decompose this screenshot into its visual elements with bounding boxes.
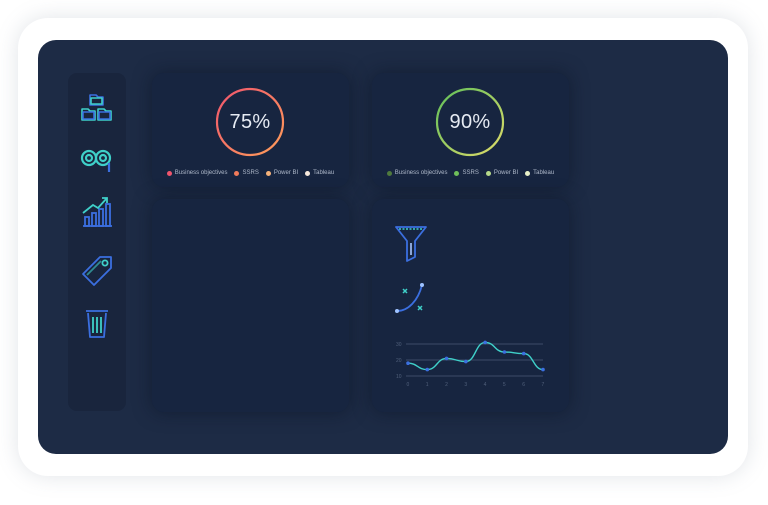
progress-card-2: 90% Business objectives SSRS Power BI Table… xyxy=(372,73,569,187)
legend: Business objectives SSRS Power BI Tableau xyxy=(152,170,349,176)
x-tick-label: 2 xyxy=(445,382,448,388)
data-point xyxy=(406,361,410,365)
progress-ring: 75% xyxy=(214,86,286,158)
legend-label: Power BI xyxy=(493,170,519,176)
analytics-card: 10 20 30 0 1 2 3 4 5 6 7 xyxy=(372,199,569,412)
legend-dot xyxy=(525,170,531,176)
y-tick-label: 20 xyxy=(396,358,402,364)
legend-dot xyxy=(265,170,271,176)
x-tick-label: 7 xyxy=(542,382,545,388)
price-tag-icon[interactable] xyxy=(79,253,115,289)
line-chart: 10 20 30 0 1 2 3 4 5 6 7 xyxy=(396,340,545,388)
y-tick-label: 10 xyxy=(396,374,402,380)
legend-dot xyxy=(454,170,460,176)
x-tick-label: 3 xyxy=(464,382,467,388)
trash-bin-icon[interactable] xyxy=(79,305,115,341)
legend: Business objectives SSRS Power BI Tableau xyxy=(372,170,569,176)
legend-item: Power BI xyxy=(265,170,299,176)
x-tick-label: 5 xyxy=(503,382,506,388)
legend-dot xyxy=(234,170,240,176)
legend-item: SSRS xyxy=(454,170,479,176)
legend-label: Business objectives xyxy=(174,170,228,176)
y-tick-label: 30 xyxy=(396,342,402,348)
x-tick-label: 1 xyxy=(426,382,429,388)
legend-item: Business objectives xyxy=(386,170,448,176)
legend-label: Tableau xyxy=(313,170,335,176)
bar-chart-growth-icon[interactable] xyxy=(79,193,115,229)
progress-value: 75% xyxy=(229,110,271,133)
legend-label: Power BI xyxy=(273,170,299,176)
binoculars-icon[interactable] xyxy=(79,141,115,177)
legend-item: Tableau xyxy=(305,170,334,176)
empty-panel xyxy=(152,199,349,412)
dashboard-screen: 75% Business objectives SSRS Power BI Table… xyxy=(38,40,728,454)
folders-icon[interactable] xyxy=(79,91,115,127)
progress-value: 90% xyxy=(449,110,491,133)
data-point xyxy=(541,367,545,372)
legend-dot xyxy=(386,170,392,176)
x-tick-label: 0 xyxy=(407,382,410,388)
legend-dot xyxy=(485,170,491,176)
data-point xyxy=(502,350,507,354)
legend-item: SSRS xyxy=(234,170,259,176)
legend-label: Tableau xyxy=(533,170,555,176)
data-point xyxy=(425,367,430,372)
progress-ring: 90% xyxy=(434,86,506,158)
progress-card-1: 75% Business objectives SSRS Power BI Table… xyxy=(152,73,349,187)
x-tick-label: 4 xyxy=(484,382,487,388)
legend-label: SSRS xyxy=(242,170,259,176)
legend-item: Power BI xyxy=(485,170,519,176)
legend-dot xyxy=(305,170,311,176)
legend-item: Tableau xyxy=(525,170,554,176)
legend-item: Business objectives xyxy=(166,170,228,176)
sidebar xyxy=(68,73,126,411)
series-line xyxy=(407,341,544,371)
data-point xyxy=(464,359,468,364)
data-point xyxy=(483,340,487,345)
data-point xyxy=(521,351,526,356)
legend-dot xyxy=(166,170,172,176)
legend-label: Business objectives xyxy=(394,170,448,176)
x-tick-label: 6 xyxy=(522,382,525,388)
legend-label: SSRS xyxy=(462,170,479,176)
data-point xyxy=(444,356,449,361)
